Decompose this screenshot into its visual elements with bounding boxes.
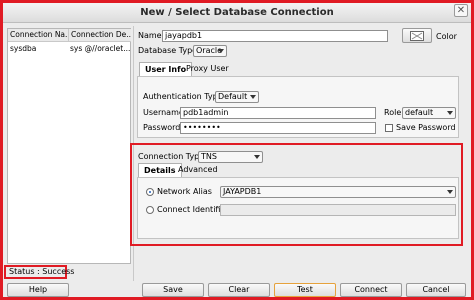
tab-proxy-user[interactable]: Proxy User — [181, 62, 234, 76]
authentication-type-label: Authentication Type — [143, 92, 223, 101]
role-label: Role — [384, 108, 402, 117]
chevron-down-icon — [250, 95, 256, 99]
close-icon: ✕ — [456, 5, 466, 16]
save-password-label: Save Password — [396, 123, 456, 132]
network-alias-value: JAYAPDB1 — [223, 187, 262, 196]
username-label: Username — [143, 108, 184, 117]
name-label: Name — [138, 31, 162, 40]
authentication-type-select[interactable]: Default — [215, 91, 259, 103]
close-button[interactable]: ✕ — [454, 4, 468, 17]
connect-button[interactable]: Connect — [340, 283, 402, 297]
name-input[interactable]: jayapdb1 — [162, 30, 388, 42]
column-header-name[interactable]: Connection Na... — [8, 29, 68, 42]
connection-name-cell: sysdba — [10, 44, 37, 53]
role-value: default — [405, 108, 434, 117]
role-select[interactable]: default — [402, 107, 456, 119]
connection-type-value: TNS — [201, 152, 217, 161]
test-button[interactable]: Test — [274, 283, 336, 297]
color-button[interactable] — [402, 28, 432, 43]
database-type-label: Database Type — [138, 46, 198, 55]
network-alias-select[interactable]: JAYAPDB1 — [220, 186, 456, 198]
chevron-down-icon — [447, 111, 453, 115]
status-text: Status : Success — [9, 267, 75, 276]
chevron-down-icon — [218, 49, 224, 53]
chevron-down-icon — [447, 190, 453, 194]
clear-button[interactable]: Clear — [208, 283, 270, 297]
status-bar: Status : Success — [4, 265, 74, 279]
connection-type-label: Connection Type — [138, 152, 205, 161]
connections-table[interactable]: Connection Na... Connection De... sysdba… — [7, 28, 131, 264]
title-bar: New / Select Database Connection — [3, 3, 471, 23]
chevron-down-icon — [254, 155, 260, 159]
connect-identifier-label: Connect Identifier — [157, 205, 229, 214]
connection-type-select[interactable]: TNS — [198, 151, 263, 163]
tab-advanced[interactable]: Advanced — [173, 163, 223, 177]
username-input[interactable]: pdb1admin — [180, 107, 376, 119]
window-title: New / Select Database Connection — [140, 7, 334, 18]
connect-identifier-radio[interactable] — [146, 206, 154, 214]
connect-identifier-input[interactable] — [220, 204, 456, 216]
column-header-details[interactable]: Connection De... — [68, 29, 131, 42]
connection-details-cell: sys @//oraclet... — [70, 44, 130, 53]
save-button[interactable]: Save — [142, 283, 204, 297]
color-swatch-icon — [410, 31, 424, 41]
help-button[interactable]: Help — [7, 283, 69, 297]
network-alias-radio[interactable] — [146, 188, 154, 196]
password-label: Password — [143, 123, 181, 132]
password-input[interactable]: •••••••• — [180, 122, 376, 134]
save-password-checkbox[interactable] — [385, 124, 393, 132]
database-type-select[interactable]: Oracle — [193, 45, 227, 57]
cancel-button[interactable]: Cancel — [406, 283, 466, 297]
network-alias-label: Network Alias — [157, 187, 212, 196]
authentication-type-value: Default — [218, 92, 248, 101]
color-label: Color — [436, 32, 457, 41]
